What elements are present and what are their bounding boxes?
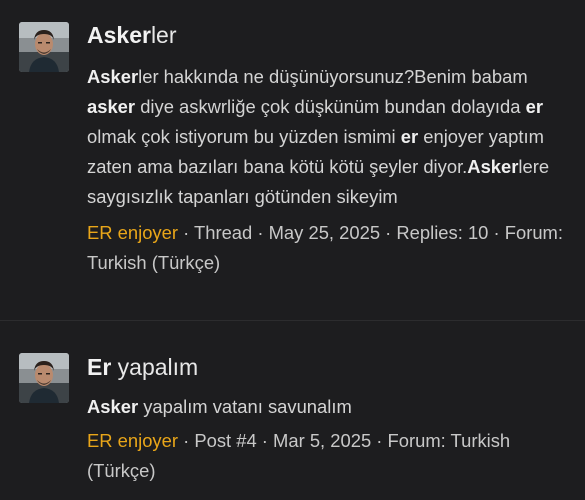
search-result-thread[interactable]: Askerler Askerler hakkında ne düşünüyors… [0, 0, 585, 321]
snippet-term: Asker [87, 66, 139, 87]
author-link[interactable]: ER enjoyer [87, 222, 178, 243]
search-result-post[interactable]: Er yapalım Asker yapalım vatanı savunalı… [0, 321, 585, 500]
user-avatar-photo-icon [19, 22, 69, 72]
title-highlight: Er [87, 354, 112, 380]
avatar[interactable] [19, 22, 69, 72]
snippet-text: ler hakkında ne düşünüyorsunuz?Benim bab… [138, 66, 528, 87]
snippet-term: asker [87, 96, 136, 117]
snippet-term: er [525, 96, 543, 117]
title-rest: yapalım [111, 354, 199, 380]
snippet-text: olmak çok istiyorum bu yüzden ismimi [87, 126, 401, 147]
result-title[interactable]: Askerler [87, 20, 567, 50]
snippet-term: Asker [467, 156, 519, 177]
result-content: Askerler Askerler hakkında ne düşünüyors… [87, 20, 567, 278]
snippet-text: diye askwrliğe çok düşkünüm bundan dolay… [135, 96, 526, 117]
snippet-text: yapalım vatanı savunalım [138, 396, 352, 417]
title-rest: ler [150, 22, 177, 48]
snippet-term: Asker [87, 396, 139, 417]
author-link[interactable]: ER enjoyer [87, 430, 178, 451]
result-title[interactable]: Er yapalım [87, 352, 567, 382]
snippet-term: er [400, 126, 419, 147]
search-results: Askerler Askerler hakkında ne düşünüyors… [0, 0, 585, 500]
result-snippet: Askerler hakkında ne düşünüyorsunuz?Beni… [87, 62, 567, 212]
result-meta: ER enjoyer · Thread · May 25, 2025 · Rep… [87, 218, 567, 278]
avatar[interactable] [19, 353, 69, 403]
result-content: Er yapalım Asker yapalım vatanı savunalı… [87, 352, 567, 486]
result-meta: ER enjoyer · Post #4 · Mar 5, 2025 · For… [87, 426, 567, 486]
user-avatar-photo-icon [19, 353, 69, 403]
result-snippet: Asker yapalım vatanı savunalım [87, 392, 567, 422]
title-highlight: Asker [87, 22, 151, 48]
